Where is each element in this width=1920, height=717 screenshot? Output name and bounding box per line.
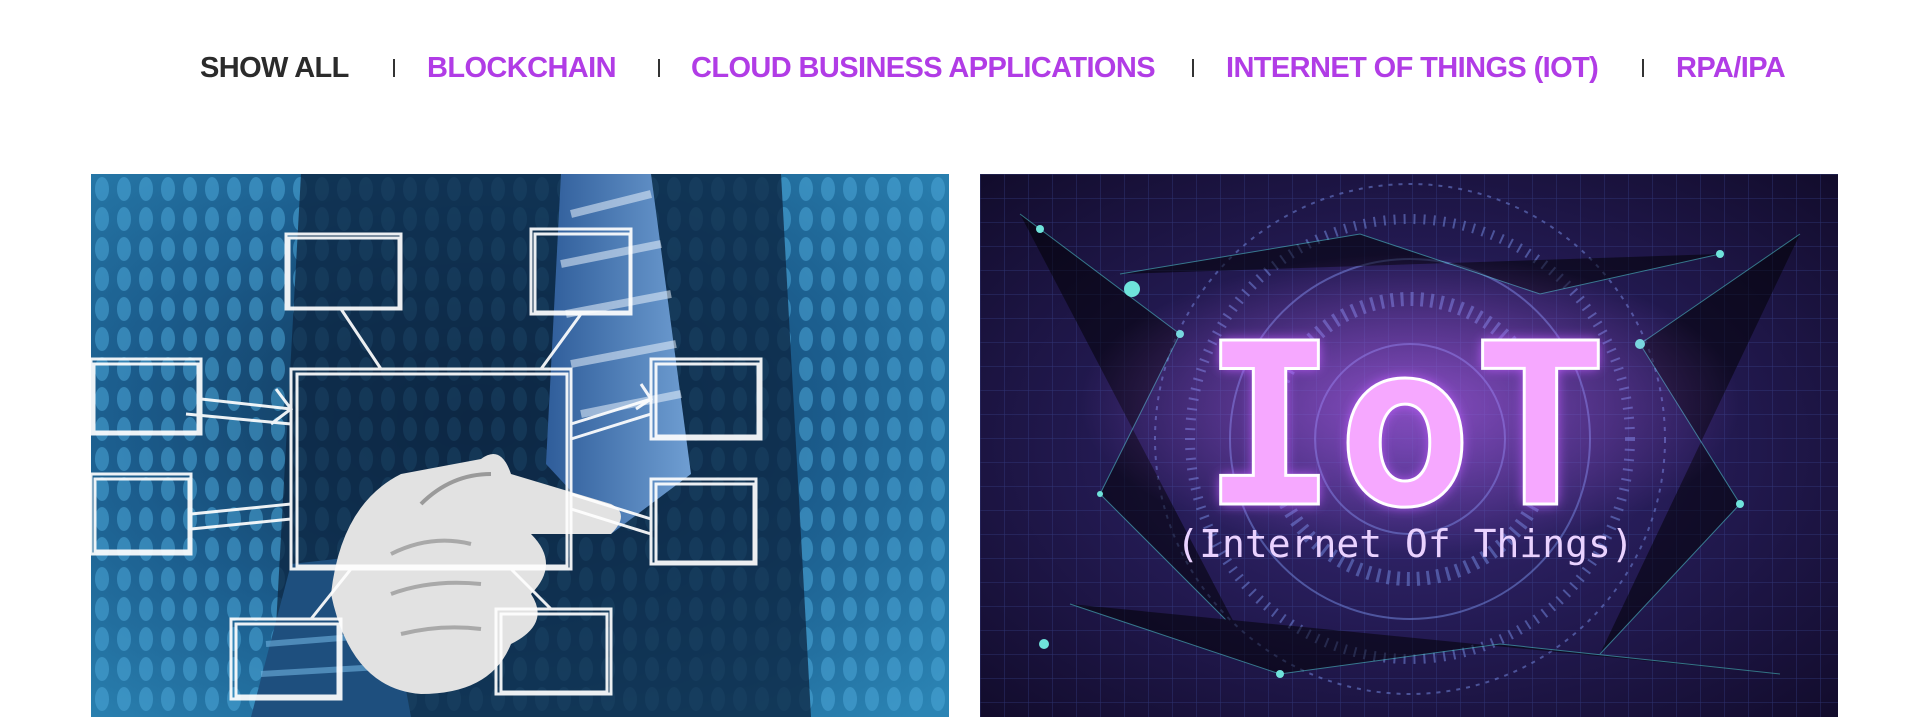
iot-subline: (Internet Of Things) <box>1176 522 1634 566</box>
portfolio-tile-iot[interactable]: IoT IoT (Internet Of Things) <box>980 174 1838 717</box>
filter-separator <box>1642 59 1644 77</box>
filter-cloud-business-applications[interactable]: CLOUD BUSINESS APPLICATIONS <box>691 48 1156 88</box>
filter-show-all[interactable]: SHOW ALL <box>200 48 349 88</box>
filter-internet-of-things[interactable]: INTERNET OF THINGS (IOT) <box>1226 48 1599 88</box>
filter-rpa-ipa[interactable]: RPA/IPA <box>1676 48 1786 88</box>
iot-headline: IoT <box>1202 296 1608 558</box>
filter-blockchain[interactable]: BLOCKCHAIN <box>427 48 617 88</box>
iot-image: IoT IoT (Internet Of Things) <box>980 174 1838 717</box>
portfolio-filter-nav: SHOW ALL BLOCKCHAIN CLOUD BUSINESS APPLI… <box>0 48 1920 88</box>
filter-separator <box>658 59 660 77</box>
filter-separator <box>1192 59 1194 77</box>
filter-separator <box>393 59 395 77</box>
portfolio-tile-business[interactable] <box>91 174 949 717</box>
business-flowchart-image <box>91 174 949 717</box>
